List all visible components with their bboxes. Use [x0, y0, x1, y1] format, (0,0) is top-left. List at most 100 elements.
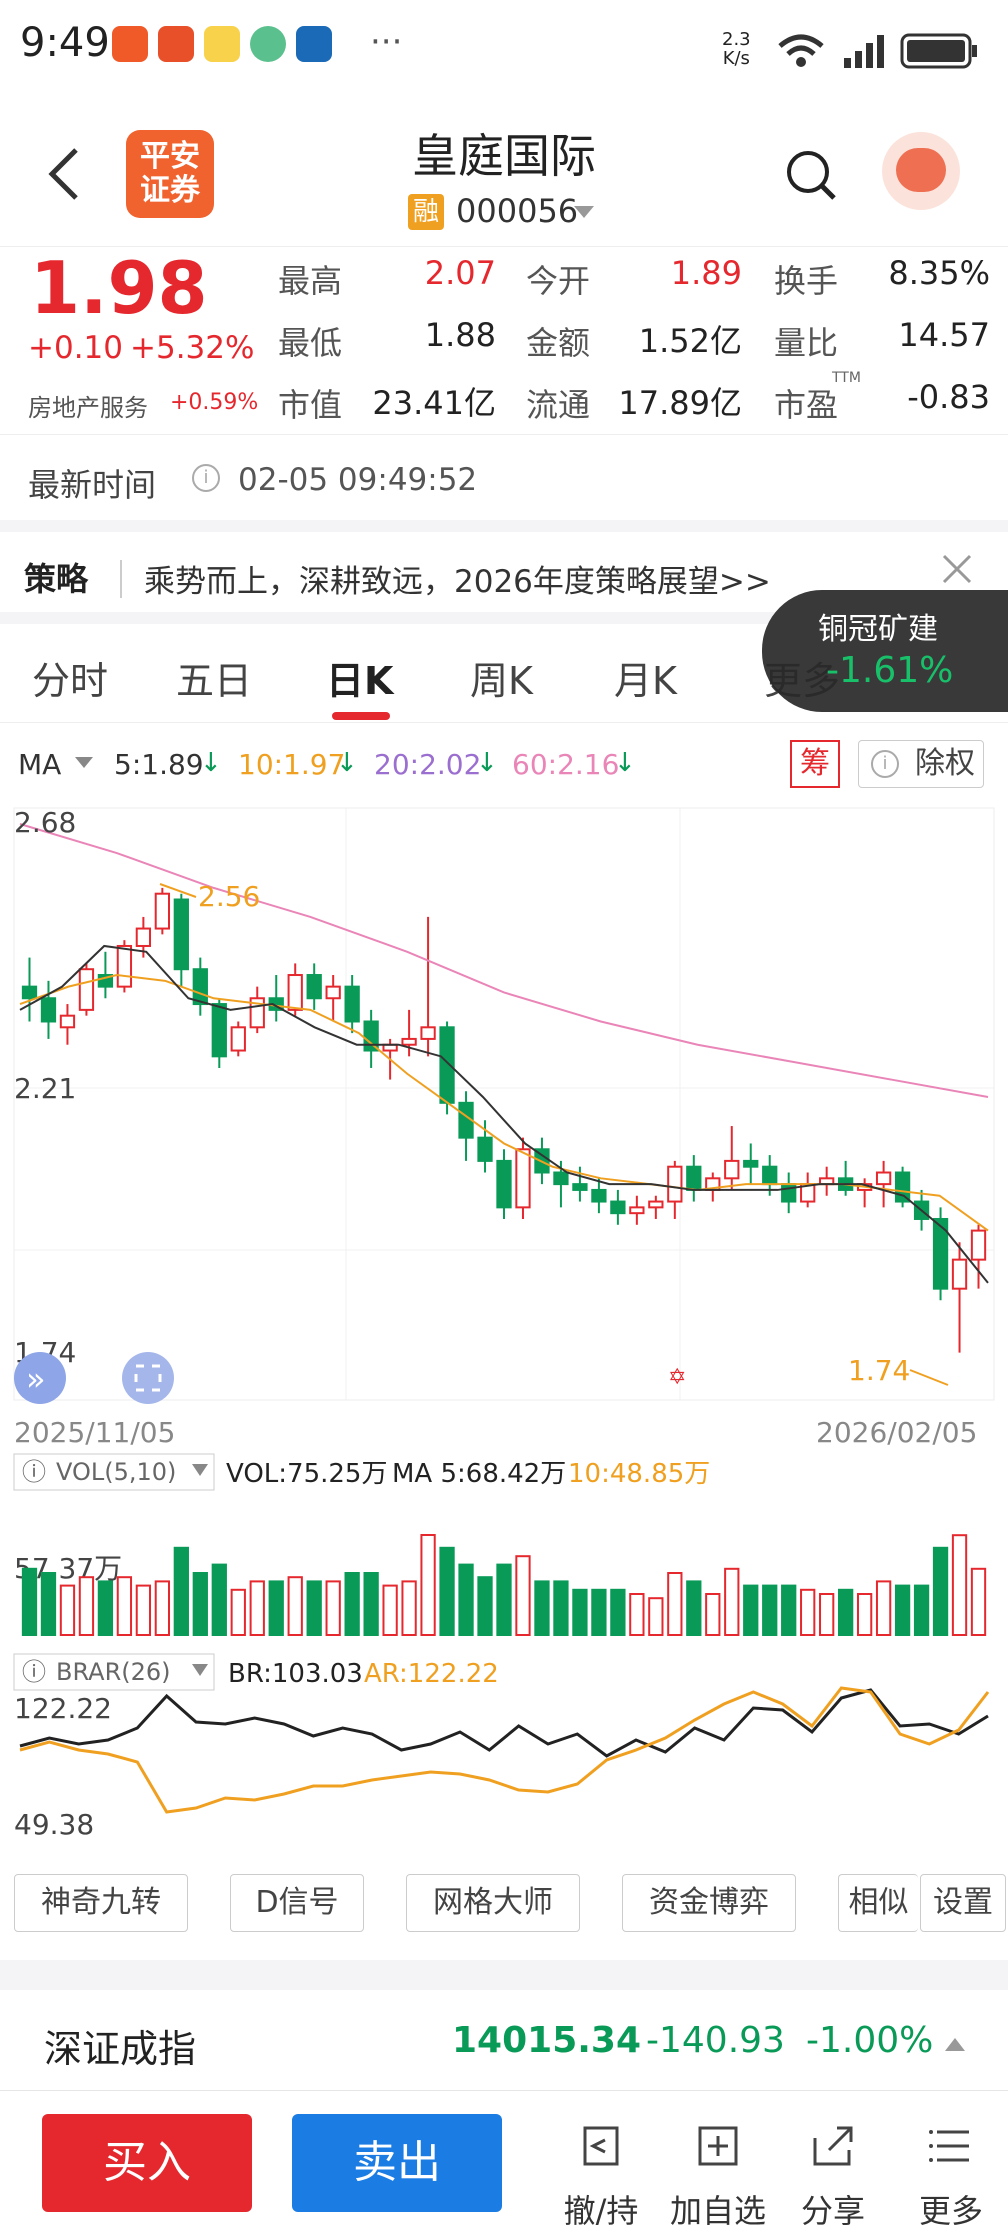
index-name[interactable]: 深证成指 — [44, 2018, 196, 2073]
tab-daily-k[interactable]: 日K — [326, 650, 393, 705]
wifi-icon — [778, 34, 824, 67]
broker-logo[interactable]: 平安 证券 — [126, 130, 214, 218]
quote-value-5: 14.57 — [898, 316, 990, 354]
candle — [629, 1206, 645, 1215]
y-axis-mid: 2.21 — [14, 1072, 76, 1105]
candle — [306, 974, 322, 1000]
code-dropdown-icon[interactable] — [572, 204, 596, 220]
candle — [515, 1148, 531, 1209]
exright-button[interactable]: 除权 i — [858, 740, 984, 788]
quote-label-6: 市值 — [278, 386, 343, 424]
volume-bar — [173, 1546, 189, 1636]
more-menu-icon — [929, 2130, 969, 2162]
tab-monthly-k[interactable]: 月K — [614, 650, 677, 705]
quote-label-8: 市盈 — [774, 386, 839, 424]
ar-value: AR:122.22 — [364, 1659, 499, 1689]
ma5-line — [19, 944, 989, 1284]
volume-bar — [439, 1546, 455, 1636]
volume-bar — [382, 1584, 398, 1636]
brar-info-icon: ⓘ — [22, 1658, 46, 1686]
exright-info-icon: i — [871, 750, 899, 778]
index-expand-icon[interactable] — [944, 2036, 966, 2052]
notif-app-icon — [112, 26, 148, 62]
share-label: 分享 — [800, 2192, 865, 2230]
cancel-hold-icon — [583, 2126, 619, 2166]
volume-bar — [268, 1580, 284, 1637]
candle — [401, 1037, 417, 1046]
volume-bar — [477, 1576, 493, 1637]
quote-value-0: 2.07 — [424, 254, 496, 292]
sell-button[interactable]: 卖出 — [292, 2114, 502, 2212]
signal-icon — [844, 35, 884, 68]
low-price-label: 1.74 — [848, 1354, 910, 1387]
tool-magic-nine[interactable]: 神奇九转 — [14, 1874, 188, 1932]
tool-fund-game[interactable]: 资金博弈 — [622, 1874, 796, 1932]
related-stock-popup[interactable]: 铜冠矿建 -1.61% — [762, 590, 1008, 712]
ma-label[interactable]: MA — [18, 748, 61, 781]
search-icon[interactable] — [784, 148, 838, 204]
vol-ma10: 10:48.85万 — [568, 1459, 710, 1489]
volume-bar — [496, 1563, 512, 1636]
ma-dropdown-icon[interactable] — [74, 756, 94, 770]
assistant-avatar[interactable] — [882, 132, 960, 210]
tool-d-signal[interactable]: D信号 — [230, 1874, 364, 1932]
ar-line — [19, 1686, 990, 1814]
volume-bar — [211, 1563, 227, 1636]
date-end: 2026/02/05 — [816, 1416, 977, 1449]
tab-timeshare[interactable]: 分时 — [32, 650, 108, 705]
fullscreen-icon[interactable] — [122, 1352, 174, 1404]
tool-grid-master[interactable]: 网格大师 — [406, 1874, 580, 1932]
candle — [477, 1136, 493, 1162]
stock-code[interactable]: 000056 — [456, 192, 578, 230]
add-watchlist-button[interactable]: 加自选 — [666, 2120, 770, 2232]
price-change: +0.10 — [28, 330, 123, 366]
candle — [724, 1159, 740, 1180]
candle — [743, 1159, 759, 1168]
chip-distribution-button[interactable]: 筹 — [790, 740, 840, 788]
vol-title: VOL(5,10) — [56, 1458, 176, 1486]
volume-bar — [970, 1567, 987, 1636]
close-icon[interactable] — [940, 552, 974, 586]
back-icon[interactable] — [44, 146, 84, 202]
strategy-text[interactable]: 乘势而上，深耕致远，2026年度策略展望>> — [144, 556, 771, 601]
volume-bar — [781, 1584, 797, 1636]
quote-label-5: 量比 — [774, 324, 839, 362]
vol-info-icon: ⓘ — [22, 1458, 46, 1486]
cancel-hold-button[interactable]: 撤/持 — [556, 2120, 646, 2232]
quote-value-3: 1.88 — [424, 316, 496, 354]
sector-change: +0.59% — [170, 390, 259, 415]
volume-bar — [838, 1588, 854, 1636]
latest-time-label: 最新时间 — [28, 466, 157, 504]
pingan-app-icon — [158, 26, 194, 62]
quote-value-1: 1.89 — [670, 254, 742, 292]
volume-bar — [705, 1593, 721, 1636]
event-star-icon[interactable]: ✡ — [668, 1365, 686, 1390]
volume-bar — [458, 1563, 474, 1636]
info-icon[interactable]: i — [192, 464, 220, 492]
candle — [230, 1026, 246, 1052]
candle — [173, 898, 189, 971]
tool-settings[interactable]: 设置 — [920, 1874, 1006, 1932]
tool-similar[interactable]: 相似 — [838, 1874, 918, 1932]
sector-name[interactable]: 房地产服务 — [28, 388, 148, 423]
tab-weekly-k[interactable]: 周K — [470, 650, 533, 705]
quote-value-4: 1.52亿 — [638, 322, 742, 360]
volume-bar — [287, 1576, 303, 1637]
kline-chart[interactable]: 2.68 2.21 1.74 2.56 1.74 » ✡ 2025/11/05 … — [0, 800, 1008, 1870]
candle — [344, 985, 360, 1023]
high-price-label: 2.56 — [198, 880, 260, 913]
br-line — [19, 1688, 989, 1758]
last-price: 1.98 — [30, 246, 208, 330]
candle — [325, 985, 341, 1000]
share-button[interactable]: 分享 — [788, 2120, 878, 2232]
candle — [591, 1188, 607, 1203]
more-button[interactable]: 更多 — [906, 2120, 996, 2232]
candle — [439, 1026, 455, 1104]
active-tab-indicator — [332, 712, 390, 720]
brar-title: BRAR(26) — [56, 1658, 171, 1686]
buy-button[interactable]: 买入 — [42, 2114, 252, 2212]
tab-fiveday[interactable]: 五日 — [176, 650, 252, 705]
candle — [553, 1171, 569, 1186]
volume-bar — [743, 1584, 759, 1636]
candle — [875, 1171, 892, 1186]
